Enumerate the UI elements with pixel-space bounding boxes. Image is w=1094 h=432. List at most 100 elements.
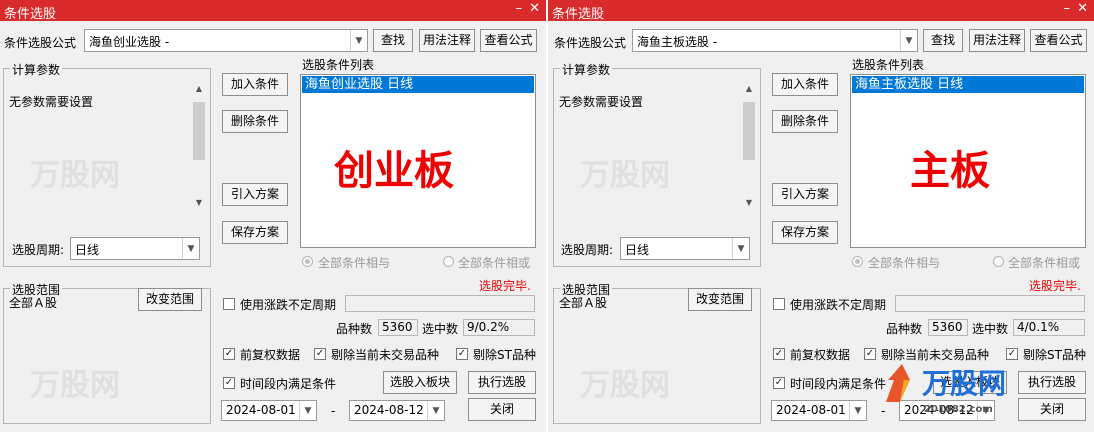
period-combo[interactable]: 日线 ▼: [620, 237, 750, 260]
calc-params-title: 计算参数: [560, 61, 613, 78]
period-value: 日线: [625, 243, 650, 257]
period-value: 日线: [75, 243, 100, 257]
exclude-st-checkbox[interactable]: ✓: [1006, 348, 1018, 360]
execute-button[interactable]: 执行选股: [1018, 371, 1086, 394]
watermark-logo: 万股网: [580, 368, 670, 403]
rise-fall-label: 使用涨跌不定周期: [790, 298, 887, 312]
brand-logo-text: 万股网: [922, 367, 1007, 400]
close-button[interactable]: 关闭: [1018, 398, 1086, 421]
chevron-down-icon[interactable]: ▼: [182, 238, 199, 259]
execute-button[interactable]: 执行选股: [468, 371, 536, 394]
import-plan-button[interactable]: 引入方案: [222, 183, 288, 206]
formula-combo[interactable]: 海鱼创业选股 - ▼: [84, 29, 368, 52]
count-label: 品种数: [886, 322, 923, 336]
delete-condition-button[interactable]: 删除条件: [772, 110, 838, 133]
formula-value: 海鱼主板选股 -: [637, 35, 718, 49]
rise-fall-field[interactable]: [895, 295, 1085, 312]
radio-all-and[interactable]: [302, 256, 313, 267]
import-plan-button[interactable]: 引入方案: [772, 183, 838, 206]
chevron-down-icon[interactable]: ▼: [350, 30, 367, 51]
exclude-st-checkbox[interactable]: ✓: [456, 348, 468, 360]
save-plan-button[interactable]: 保存方案: [222, 221, 288, 244]
scroll-down-icon[interactable]: ▼: [741, 196, 757, 210]
fq-checkbox[interactable]: ✓: [223, 348, 235, 360]
chevron-down-icon[interactable]: ▼: [427, 401, 444, 420]
radio-all-and[interactable]: [852, 256, 863, 267]
condition-list-label: 选股条件列表: [852, 58, 925, 72]
hit-label: 选中数: [972, 322, 1009, 336]
count-label: 品种数: [336, 322, 373, 336]
date-end: 2024-08-12: [354, 403, 424, 417]
exclude-untraded-label: 剔除当前未交易品种: [881, 348, 990, 362]
date-start-combo[interactable]: 2024-08-01 ▼: [221, 400, 317, 421]
close-icon[interactable]: ✕: [1077, 1, 1088, 16]
delete-condition-button[interactable]: 删除条件: [222, 110, 288, 133]
hit-label: 选中数: [422, 322, 459, 336]
condition-select-dialog-left: 条件选股 – ✕ 条件选股公式 海鱼创业选股 - ▼ 查找 用法注释 查看公式 …: [0, 0, 546, 432]
title-bar[interactable]: 条件选股 – ✕: [0, 0, 546, 22]
radio-all-or[interactable]: [443, 256, 454, 267]
add-condition-button[interactable]: 加入条件: [772, 73, 838, 96]
chevron-down-icon[interactable]: ▼: [900, 30, 917, 51]
exclude-untraded-label: 剔除当前未交易品种: [331, 348, 440, 362]
minimize-icon[interactable]: –: [1064, 1, 1071, 16]
fq-label: 前复权数据: [790, 348, 851, 362]
date-separator: -: [331, 404, 336, 418]
date-start-combo[interactable]: 2024-08-01 ▼: [771, 400, 867, 421]
params-scrollbar[interactable]: ▲ ▼: [191, 82, 207, 210]
scroll-up-icon[interactable]: ▲: [741, 82, 757, 96]
chevron-down-icon[interactable]: ▼: [849, 401, 866, 420]
scroll-thumb[interactable]: [193, 102, 205, 160]
rise-fall-checkbox[interactable]: [223, 298, 235, 310]
formula-combo[interactable]: 海鱼主板选股 - ▼: [632, 29, 918, 52]
scroll-thumb[interactable]: [743, 102, 755, 160]
add-condition-button[interactable]: 加入条件: [222, 73, 288, 96]
change-range-button[interactable]: 改变范围: [138, 288, 202, 311]
view-formula-button[interactable]: 查看公式: [1030, 29, 1087, 52]
fq-checkbox[interactable]: ✓: [773, 348, 785, 360]
rise-fall-field[interactable]: [345, 295, 535, 312]
scroll-down-icon[interactable]: ▼: [191, 196, 207, 210]
range-value: 全部Ａ股: [559, 296, 608, 310]
params-scrollbar[interactable]: ▲ ▼: [741, 82, 757, 210]
find-button[interactable]: 查找: [373, 29, 413, 52]
change-range-button[interactable]: 改变范围: [688, 288, 752, 311]
chevron-down-icon[interactable]: ▼: [732, 238, 749, 259]
save-plan-button[interactable]: 保存方案: [772, 221, 838, 244]
period-label: 选股周期:: [12, 243, 65, 257]
find-button[interactable]: 查找: [923, 29, 963, 52]
radio-all-or[interactable]: [993, 256, 1004, 267]
period-label: 选股周期:: [561, 243, 614, 257]
title-bar[interactable]: 条件选股 – ✕: [548, 0, 1094, 22]
chevron-down-icon[interactable]: ▼: [299, 401, 316, 420]
date-start: 2024-08-01: [776, 403, 846, 417]
time-range-checkbox[interactable]: ✓: [773, 377, 785, 389]
time-range-label: 时间段内满足条件: [240, 377, 337, 391]
window-title: 条件选股: [552, 7, 605, 22]
close-button[interactable]: 关闭: [468, 398, 536, 421]
condition-list-item[interactable]: 海鱼主板选股 日线: [852, 76, 1084, 93]
condition-list-item[interactable]: 海鱼创业选股 日线: [302, 76, 534, 93]
view-formula-button[interactable]: 查看公式: [480, 29, 537, 52]
formula-label: 条件选股公式: [4, 36, 77, 50]
radio-all-and-label: 全部条件相与: [868, 256, 941, 270]
window-title: 条件选股: [4, 7, 57, 22]
status-text: 选股完毕.: [479, 279, 531, 293]
date-end-combo[interactable]: 2024-08-12 ▼: [349, 400, 445, 421]
rise-fall-checkbox[interactable]: [773, 298, 785, 310]
time-range-checkbox[interactable]: ✓: [223, 377, 235, 389]
to-block-button[interactable]: 选股入板块: [383, 371, 457, 394]
board-label: 主板: [910, 148, 990, 194]
count-value: 5360: [928, 319, 968, 336]
exclude-untraded-checkbox[interactable]: ✓: [314, 348, 326, 360]
exclude-untraded-checkbox[interactable]: ✓: [864, 348, 876, 360]
usage-button[interactable]: 用法注释: [419, 29, 475, 52]
fq-label: 前复权数据: [240, 348, 301, 362]
scroll-up-icon[interactable]: ▲: [191, 82, 207, 96]
close-icon[interactable]: ✕: [529, 1, 540, 16]
usage-button[interactable]: 用法注释: [969, 29, 1025, 52]
arrow-logo-icon: [886, 364, 910, 402]
radio-all-and-label: 全部条件相与: [318, 256, 391, 270]
minimize-icon[interactable]: –: [516, 1, 523, 16]
period-combo[interactable]: 日线 ▼: [70, 237, 200, 260]
